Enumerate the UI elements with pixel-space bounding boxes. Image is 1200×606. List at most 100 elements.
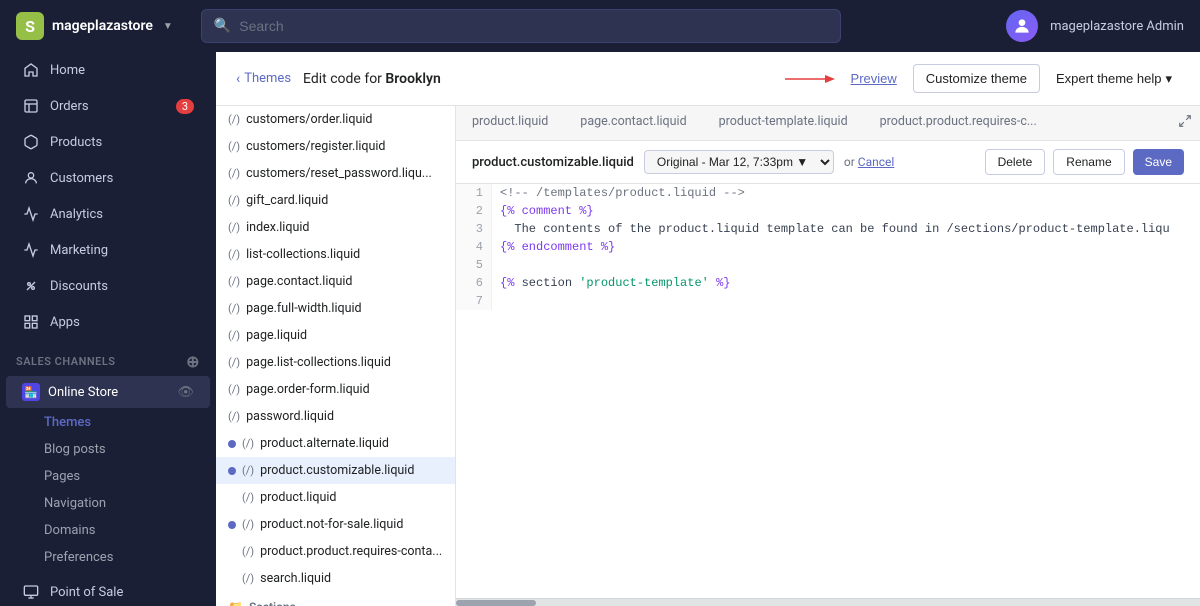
file-item[interactable]: (/) product.liquid <box>216 484 455 511</box>
orders-badge: 3 <box>176 99 194 114</box>
search-icon: 🔍 <box>214 18 231 34</box>
file-item[interactable]: (/) list-collections.liquid <box>216 241 455 268</box>
horizontal-scrollbar[interactable] <box>456 598 1200 606</box>
file-item[interactable]: (/) page.liquid <box>216 322 455 349</box>
sidebar-item-online-store[interactable]: 🏪 Online Store 👁 <box>6 376 210 408</box>
cancel-link[interactable]: Cancel <box>858 155 895 169</box>
sidebar-item-label: Customers <box>50 171 113 186</box>
preview-button[interactable]: Preview <box>843 65 905 92</box>
sub-item-blog-posts[interactable]: Blog posts <box>0 436 216 463</box>
file-icon: (/) <box>242 437 254 450</box>
eye-icon[interactable]: 👁 <box>177 385 194 400</box>
file-icon: (/) <box>228 194 240 207</box>
back-arrow-icon: ‹ <box>236 71 240 87</box>
file-item[interactable]: (/) page.contact.liquid <box>216 268 455 295</box>
file-panel: (/) customers/order.liquid (/) customers… <box>216 106 456 606</box>
sub-item-pages[interactable]: Pages <box>0 463 216 490</box>
file-item[interactable]: (/) customers/order.liquid <box>216 106 455 133</box>
sub-item-navigation[interactable]: Navigation <box>0 490 216 517</box>
code-line-4: 4 {% endcomment %} <box>456 238 1200 256</box>
sub-item-preferences[interactable]: Preferences <box>0 544 216 571</box>
tab-product-liquid[interactable]: product.liquid <box>456 106 564 140</box>
code-line-3: 3 The contents of the product.liquid tem… <box>456 220 1200 238</box>
file-icon: (/) <box>242 545 254 558</box>
file-item[interactable]: (/) search.liquid <box>216 565 455 592</box>
file-icon: (/) <box>242 491 254 504</box>
customize-theme-button[interactable]: Customize theme <box>913 64 1040 93</box>
top-navigation: S mageplazastore ▼ 🔍 mageplazastore Admi… <box>0 0 1200 52</box>
apps-icon <box>22 313 40 331</box>
file-item[interactable]: (/) customers/register.liquid <box>216 133 455 160</box>
tab-product-template[interactable]: product-template.liquid <box>703 106 864 140</box>
file-item-active[interactable]: (/) product.customizable.liquid <box>216 457 455 484</box>
modified-dot <box>228 440 236 448</box>
file-item[interactable]: (/) page.list-collections.liquid <box>216 349 455 376</box>
file-item[interactable]: (/) gift_card.liquid <box>216 187 455 214</box>
sidebar-item-label: Discounts <box>50 279 108 294</box>
tab-product-requires[interactable]: product.product.requires-c... <box>864 106 1053 140</box>
code-editor[interactable]: 1 <!-- /templates/product.liquid --> 2 {… <box>456 184 1200 598</box>
code-file-header: product.customizable.liquid Original - M… <box>456 141 1200 184</box>
sidebar-item-label: Home <box>50 63 85 78</box>
expand-tabs-button[interactable] <box>1170 106 1200 140</box>
pos-icon <box>22 583 40 601</box>
header-actions: Preview Customize theme Expert theme hel… <box>785 64 1180 93</box>
sidebar-item-products[interactable]: Products <box>6 125 210 159</box>
code-line-5: 5 <box>456 256 1200 274</box>
nav-right-section: mageplazastore Admin <box>1006 10 1184 42</box>
sales-channels-label: SALES CHANNELS <box>16 355 116 368</box>
add-sales-channel-icon[interactable]: ⊕ <box>186 352 200 371</box>
sub-item-domains[interactable]: Domains <box>0 517 216 544</box>
red-arrow-indicator <box>785 71 835 87</box>
file-item[interactable]: (/) product.not-for-sale.liquid <box>216 511 455 538</box>
code-filename: product.customizable.liquid <box>472 155 634 170</box>
sidebar-item-label: Analytics <box>50 207 103 222</box>
theme-header: ‹ Themes Edit code for Brooklyn Preview … <box>216 52 1200 106</box>
sidebar-item-orders[interactable]: Orders 3 <box>6 89 210 123</box>
sidebar-item-apps[interactable]: Apps <box>6 305 210 339</box>
breadcrumb-back-link[interactable]: ‹ Themes <box>236 71 291 87</box>
file-item[interactable]: (/) page.order-form.liquid <box>216 376 455 403</box>
avatar[interactable] <box>1006 10 1038 42</box>
file-icon: (/) <box>242 464 254 477</box>
file-icon: (/) <box>228 302 240 315</box>
file-actions: Delete Rename Save <box>985 149 1184 175</box>
file-icon: (/) <box>228 383 240 396</box>
sidebar-item-marketing[interactable]: Marketing <box>6 233 210 267</box>
theme-name: Brooklyn <box>385 71 440 87</box>
sidebar-item-label: Products <box>50 135 102 150</box>
sidebar-item-analytics[interactable]: Analytics <box>6 197 210 231</box>
modified-dot <box>228 467 236 475</box>
file-item[interactable]: (/) customers/reset_password.liqu... <box>216 160 455 187</box>
editor-layout: (/) customers/order.liquid (/) customers… <box>216 106 1200 606</box>
sidebar-item-discounts[interactable]: Discounts <box>6 269 210 303</box>
file-icon: (/) <box>228 248 240 261</box>
expert-chevron-icon: ▾ <box>1165 71 1172 87</box>
delete-button[interactable]: Delete <box>985 149 1046 175</box>
sidebar-item-label: Marketing <box>50 243 108 258</box>
sidebar: Home Orders 3 Products Customers Analy <box>0 52 216 606</box>
file-item[interactable]: (/) index.liquid <box>216 214 455 241</box>
file-icon: (/) <box>228 140 240 153</box>
store-name: mageplazastore <box>52 18 153 34</box>
code-line-1: 1 <!-- /templates/product.liquid --> <box>456 184 1200 202</box>
search-input[interactable] <box>239 18 828 34</box>
expert-help-button[interactable]: Expert theme help ▾ <box>1048 65 1180 93</box>
file-item[interactable]: (/) password.liquid <box>216 403 455 430</box>
tab-page-contact[interactable]: page.contact.liquid <box>564 106 702 140</box>
store-logo[interactable]: S mageplazastore ▼ <box>16 12 173 40</box>
file-item[interactable]: (/) product.alternate.liquid <box>216 430 455 457</box>
sections-divider[interactable]: 📁 Sections <box>216 592 455 606</box>
version-select[interactable]: Original - Mar 12, 7:33pm ▼ <box>644 150 834 174</box>
save-button[interactable]: Save <box>1133 149 1184 175</box>
sub-item-themes[interactable]: Themes <box>0 409 216 436</box>
sidebar-item-pos[interactable]: Point of Sale <box>6 575 210 606</box>
file-icon: (/) <box>228 221 240 234</box>
file-item[interactable]: (/) product.product.requires-conta... <box>216 538 455 565</box>
sidebar-item-home[interactable]: Home <box>6 53 210 87</box>
rename-button[interactable]: Rename <box>1053 149 1124 175</box>
sidebar-item-customers[interactable]: Customers <box>6 161 210 195</box>
file-item[interactable]: (/) page.full-width.liquid <box>216 295 455 322</box>
file-icon: (/) <box>228 113 240 126</box>
search-bar: 🔍 <box>201 9 841 43</box>
